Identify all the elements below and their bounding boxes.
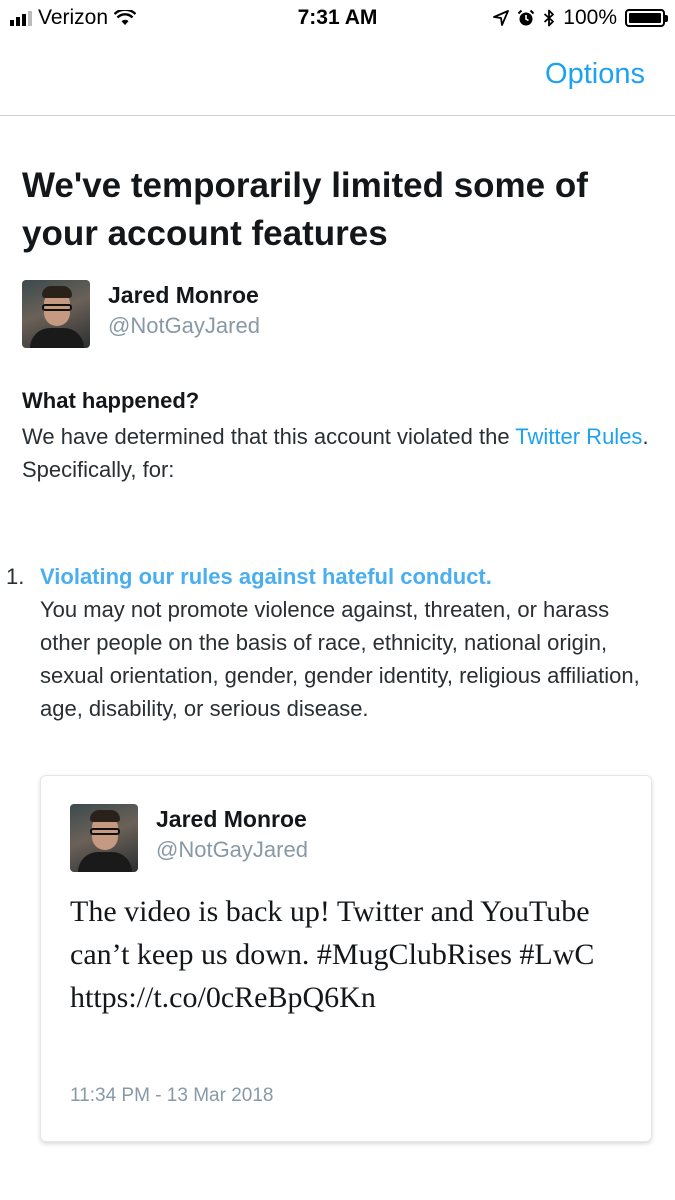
tweet-timestamp: 11:34 PM - 13 Mar 2018 — [70, 1085, 274, 1106]
alarm-icon — [518, 9, 535, 26]
violation-number: 1. — [6, 564, 25, 589]
battery-icon — [625, 9, 668, 27]
tweet-author-info: Jared Monroe @NotGayJared — [156, 804, 308, 872]
notice-content: We've temporarily limited some of your a… — [22, 116, 652, 486]
violation-title-link[interactable]: Violating our rules against hateful cond… — [40, 560, 640, 593]
violation-description: You may not promote violence against, th… — [40, 597, 640, 721]
tweet-header: Jared Monroe @NotGayJared — [70, 804, 308, 872]
explanation-text: We have determined that this account vio… — [22, 420, 652, 486]
explanation-prefix: We have determined that this account vio… — [22, 424, 516, 449]
status-right: 100% — [493, 6, 668, 30]
options-button[interactable]: Options — [545, 58, 645, 91]
bluetooth-icon — [544, 9, 555, 27]
nav-bar: Options — [0, 38, 675, 116]
tweet-card[interactable]: Jared Monroe @NotGayJared The video is b… — [40, 775, 652, 1142]
tweet-author-handle: @NotGayJared — [156, 837, 308, 862]
battery-label: 100% — [563, 6, 617, 29]
tweet-author-name: Jared Monroe — [156, 806, 307, 832]
tweet-text: The video is back up! Twitter and YouTub… — [70, 895, 595, 1014]
what-happened-heading: What happened? — [22, 388, 200, 413]
page-title: We've temporarily limited some of your a… — [22, 166, 588, 253]
account-info: Jared Monroe @NotGayJared — [108, 280, 260, 350]
account-name: Jared Monroe — [108, 282, 259, 308]
tweet-avatar — [70, 804, 138, 872]
status-bar: Verizon 7:31 AM 100% — [0, 0, 675, 38]
account-handle: @NotGayJared — [108, 313, 260, 338]
avatar — [22, 280, 90, 348]
account-summary: Jared Monroe @NotGayJared — [22, 280, 652, 350]
twitter-rules-link[interactable]: Twitter Rules — [515, 424, 642, 449]
location-icon — [493, 10, 510, 26]
violation-body: Violating our rules against hateful cond… — [40, 560, 640, 725]
